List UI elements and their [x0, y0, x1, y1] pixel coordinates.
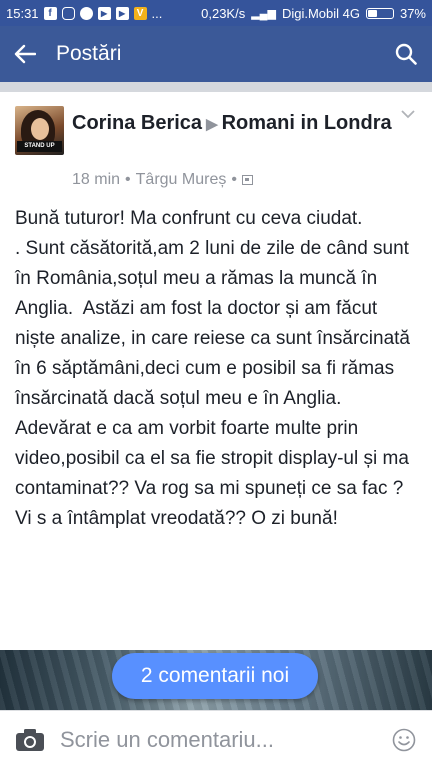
audience-icon [241, 175, 253, 185]
status-bar-left: 15:31 f ▶ ▶ V ... [0, 6, 162, 21]
smiley-icon [392, 728, 416, 751]
share-arrow-icon: ▶ [206, 116, 218, 133]
camera-icon [16, 728, 44, 751]
status-bar: 15:31 f ▶ ▶ V ... 0,23K/s ▂▄▆ Digi.Mobil… [0, 0, 432, 26]
instagram-icon [61, 6, 75, 20]
facebook-icon: f [43, 6, 57, 20]
post-time[interactable]: 18 min [72, 171, 120, 189]
arrow-left-icon [14, 44, 36, 64]
post-meta: 18 min • Târgu Mureș • [72, 171, 253, 189]
page-title: Postări [56, 42, 122, 65]
comment-input[interactable] [60, 726, 360, 753]
author-name[interactable]: Corina Berica [72, 112, 202, 134]
carrier-label: Digi.Mobil 4G [281, 5, 360, 21]
messenger-icon [79, 6, 93, 20]
feed-separator [0, 82, 432, 92]
play-icon: ▶ [115, 6, 129, 20]
network-speed: 0,23K/s [201, 5, 246, 21]
post-header: Corina Berica ▶ Romani in Londra [72, 109, 392, 139]
meta-dot: • [125, 171, 131, 188]
avatar-face [31, 118, 49, 140]
app-bar: Postări [0, 26, 432, 82]
search-button[interactable] [380, 26, 432, 82]
back-button[interactable] [0, 26, 50, 82]
status-bar-right: 0,23K/s ▂▄▆ Digi.Mobil 4G 37% [201, 6, 432, 21]
search-icon [395, 43, 417, 65]
battery-fill [367, 9, 377, 17]
avatar-badge: STAND UP [17, 141, 62, 152]
post-text: Bună tuturor! Ma confrunt cu ceva ciudat… [15, 208, 410, 529]
battery-icon [365, 7, 394, 19]
post-options-button[interactable] [398, 106, 418, 122]
meta-dot-2: • [231, 171, 237, 188]
avatar[interactable]: STAND UP [15, 106, 64, 155]
camera-button[interactable] [0, 711, 60, 769]
youtube-icon: ▶ [97, 6, 111, 20]
vodafone-icon: V [133, 6, 147, 20]
battery-percent: 37% [399, 5, 426, 21]
chevron-down-icon [401, 109, 415, 118]
post-location[interactable]: Târgu Mureș [136, 171, 227, 189]
group-name[interactable]: Romani in Londra [222, 112, 392, 134]
status-time: 15:31 [6, 5, 39, 21]
new-comments-button[interactable]: 2 comentarii noi [112, 653, 318, 699]
status-more: ... [151, 5, 163, 21]
comment-composer [0, 710, 432, 768]
emoji-button[interactable] [376, 711, 432, 769]
post-card: STAND UP Corina Berica ▶ Romani in Londra … [0, 92, 432, 652]
signal-icon: ▂▄▆ [251, 7, 276, 20]
